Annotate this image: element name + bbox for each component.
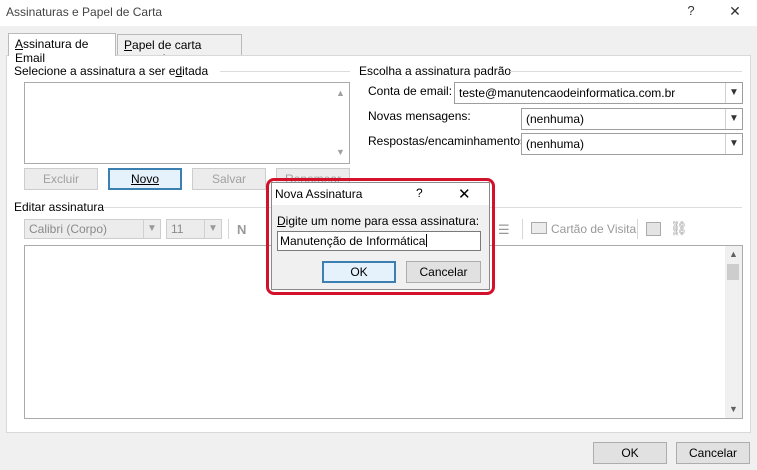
ok-button[interactable]: OK [593, 442, 667, 464]
new-messages-select[interactable]: (nenhuma) ▼ [521, 108, 743, 130]
new-messages-label: Novas mensagens: [368, 109, 471, 123]
help-icon[interactable]: ? [684, 3, 698, 21]
divider [637, 219, 638, 239]
picture-icon[interactable] [646, 222, 661, 236]
divider [220, 71, 350, 72]
close-icon[interactable]: ✕ [728, 3, 742, 21]
replies-label: Respostas/encaminhamentos: [368, 134, 530, 148]
email-account-label: Conta de email: [368, 84, 453, 98]
tab-email-signature[interactable]: Assinatura de Email [8, 33, 116, 65]
dialog-prompt: Digite um nome para essa assinatura: [277, 214, 480, 228]
dialog-ok-button[interactable]: OK [322, 261, 396, 283]
signature-list[interactable]: ▲ ▼ [24, 82, 350, 164]
delete-button[interactable]: Excluir [24, 168, 98, 190]
scroll-down-icon[interactable]: ▼ [336, 148, 345, 157]
font-size-select[interactable]: 11 ▼ [166, 219, 222, 239]
scroll-thumb[interactable] [727, 264, 739, 280]
align-right-icon[interactable]: ☰ [498, 222, 510, 238]
edit-signature-label: Editar assinatura [14, 200, 105, 214]
new-signature-dialog: Nova Assinatura ? ✕ Digite um nome para … [271, 182, 490, 290]
select-signature-label: Selecione a assinatura a ser editada [14, 64, 209, 78]
scroll-up-icon[interactable]: ▲ [729, 250, 738, 259]
list-scrollbar[interactable]: ▲ ▼ [332, 83, 349, 163]
divider [228, 219, 229, 239]
scroll-up-icon[interactable]: ▲ [336, 89, 345, 98]
divider [510, 71, 742, 72]
cancel-button[interactable]: Cancelar [676, 442, 750, 464]
help-icon[interactable]: ? [416, 186, 423, 200]
scroll-down-icon[interactable]: ▼ [729, 405, 738, 414]
font-name-select[interactable]: Calibri (Corpo) ▼ [24, 219, 161, 239]
hyperlink-icon[interactable]: ⛓ [670, 220, 688, 237]
email-account-select[interactable]: teste@manutencaodeinformatica.com.br ▼ [454, 82, 743, 104]
close-icon[interactable]: ✕ [458, 185, 471, 203]
dialog-cancel-button[interactable]: Cancelar [406, 261, 481, 283]
business-card-button[interactable]: Cartão de Visita [551, 222, 636, 236]
chevron-down-icon[interactable]: ▼ [143, 220, 160, 238]
window-title: Assinaturas e Papel de Carta [6, 5, 163, 19]
text-caret [426, 234, 428, 247]
dialog-title-bar: Nova Assinatura ? ✕ [272, 183, 489, 205]
chevron-down-icon[interactable]: ▼ [725, 83, 742, 103]
title-bar: Assinaturas e Papel de Carta ? ✕ [0, 0, 757, 26]
replies-select[interactable]: (nenhuma) ▼ [521, 133, 743, 155]
new-button[interactable]: Novo [108, 168, 182, 190]
business-card-icon [531, 222, 547, 234]
dialog-title: Nova Assinatura [275, 187, 363, 201]
tab-personal-stationery[interactable]: Papel de carta pessoal [117, 34, 242, 66]
chevron-down-icon[interactable]: ▼ [725, 109, 742, 129]
bold-icon[interactable]: N [237, 222, 246, 237]
save-button[interactable]: Salvar [192, 168, 266, 190]
chevron-down-icon[interactable]: ▼ [725, 134, 742, 154]
default-signature-label: Escolha a assinatura padrão [359, 64, 512, 78]
signature-name-input[interactable]: Manutenção de Informática [277, 231, 481, 251]
editor-scrollbar[interactable]: ▲ ▼ [725, 246, 742, 418]
chevron-down-icon[interactable]: ▼ [204, 220, 221, 238]
divider [522, 219, 523, 239]
